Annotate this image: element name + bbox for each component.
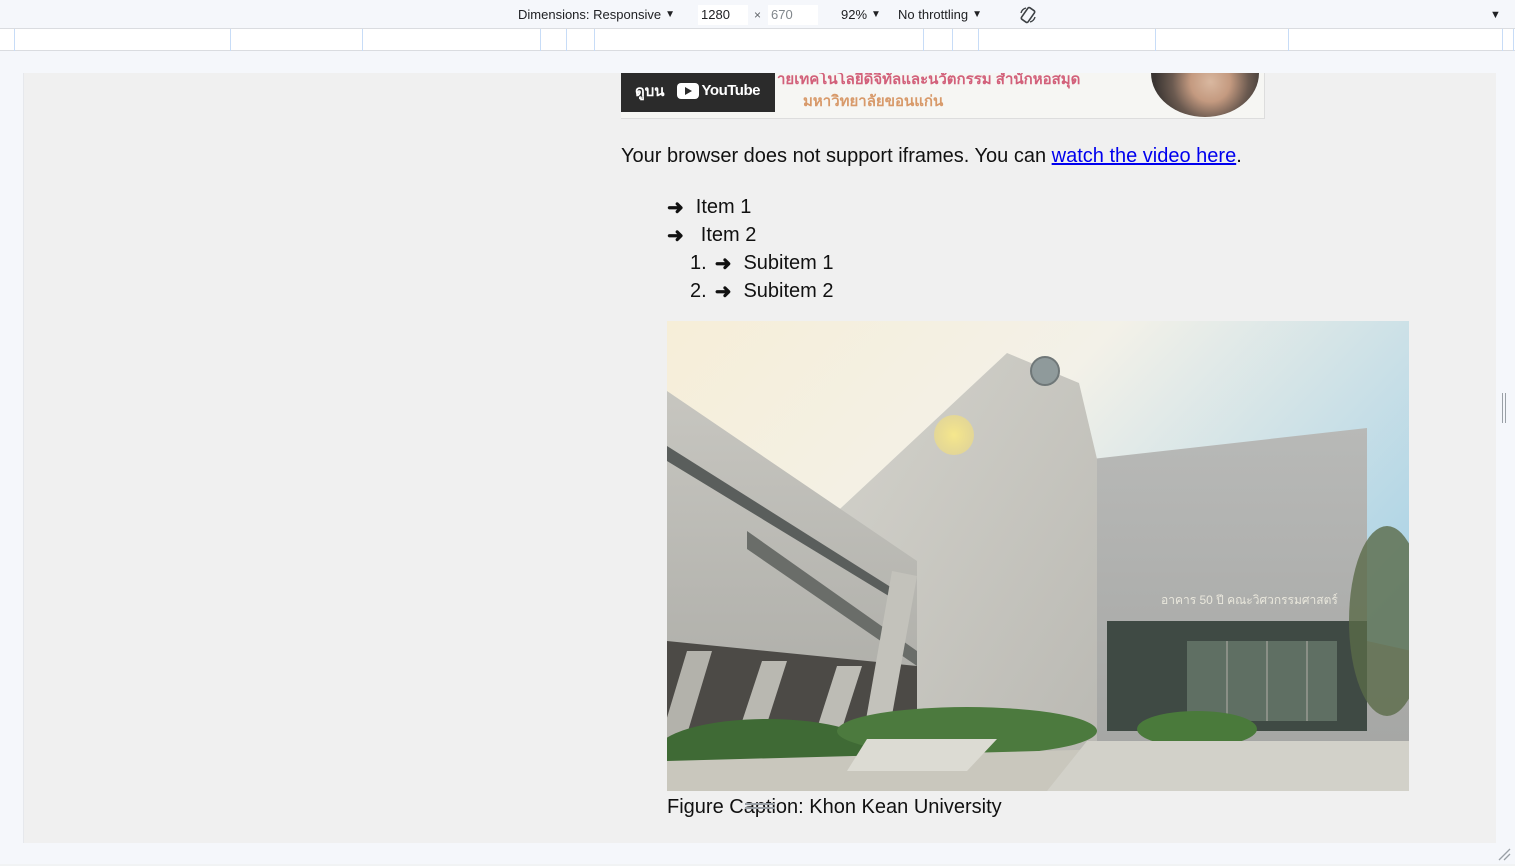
throttling-label: No throttling [898,7,969,22]
watch-on-youtube-button[interactable]: ดูบน YouTube [621,73,775,112]
arrow-right-icon: ➜ [667,224,684,247]
chevron-down-icon: ▼ [665,9,675,20]
ruler-segment[interactable] [362,29,540,51]
youtube-wordmark: YouTube [701,82,761,99]
building-sign: อาคาร 50 ปี คณะวิศวกรรมศาสตร์ [1161,593,1338,607]
dimensions-dropdown[interactable]: Dimensions: Responsive ▼ [518,0,675,29]
device-area: ดูบน YouTube ายเทคโนโลยีดิจิทัลและนวัตกร… [0,51,1515,864]
iframe-message: Your browser does not support iframes. Y… [621,145,1052,167]
chevron-down-icon: ▼ [972,9,982,20]
device-toolbar: Dimensions: Responsive ▼ 1280 × 670 92% … [0,0,1515,29]
item-list: ➜ Item 1 ➜ Item 2 1. ➜ Subitem 1 2. ➜ Su… [667,193,834,305]
arrow-right-icon: ➜ [714,280,732,303]
list-item-label: Item 1 [695,195,752,218]
youtube-embed-banner[interactable]: ดูบน YouTube ายเทคโนโลยีดิจิทัลและนวัตกร… [621,73,1265,119]
watch-on-label: ดูบน [635,82,665,100]
times-sign: × [754,7,762,22]
resize-handle-right[interactable] [1502,393,1508,423]
ruler-segment[interactable] [1288,29,1502,51]
university-building-photo: อาคาร 50 ปี คณะวิศวกรรมศาสตร์ [667,321,1409,791]
channel-avatar [1151,73,1259,117]
ruler-segment[interactable] [14,29,230,51]
sublist-item-label: Subitem 2 [743,279,834,302]
list-item: ➜ Item 1 [667,193,834,221]
resize-corner-icon[interactable] [1497,847,1511,861]
rotate-icon [1017,4,1039,26]
arrow-right-icon: ➜ [667,196,684,219]
ruler-segment[interactable] [566,29,594,51]
ruler-segment[interactable] [978,29,1155,51]
rotate-button[interactable] [1017,0,1039,29]
figure-caption: Figure Caption: Khon Kean University [667,796,1002,818]
throttling-dropdown[interactable]: No throttling ▼ [898,0,982,29]
chevron-down-icon: ▼ [871,9,881,20]
ruler-segment[interactable] [1502,29,1514,51]
ruler-segment[interactable] [923,29,952,51]
page-viewport: ดูบน YouTube ายเทคโนโลยีดิจิทัลและนวัตกร… [23,73,1496,843]
ruler-segment[interactable] [540,29,566,51]
watch-video-link[interactable]: watch the video here [1052,145,1237,167]
sublist-item: 2. ➜ Subitem 2 [667,277,834,305]
list-item: ➜ Item 2 [667,221,834,249]
sublist-item: 1. ➜ Subitem 1 [667,249,834,277]
play-icon [676,82,699,99]
media-query-ruler [0,29,1515,51]
resize-handle-bottom[interactable] [745,803,775,811]
width-input[interactable]: 1280 [698,4,748,25]
iframe-period: . [1236,145,1242,167]
height-input[interactable]: 670 [768,4,818,25]
arrow-right-icon: ➜ [714,252,732,275]
more-options-icon[interactable]: ▼ [1490,0,1501,29]
zoom-label: 92% [841,7,868,22]
iframe-fallback-text: Your browser does not support iframes. Y… [621,145,1242,168]
zoom-dropdown[interactable]: 92% ▼ [841,0,881,29]
ruler-segment[interactable] [230,29,362,51]
ruler-segment[interactable] [594,29,923,51]
video-title-line2: มหาวิทยาลัยขอนแก่น [803,93,944,110]
sublist-number: 2. [690,279,707,302]
list-item-label: Item 2 [700,223,757,246]
sublist-item-label: Subitem 1 [743,251,834,274]
sublist-number: 1. [690,251,707,274]
ruler-segment[interactable] [952,29,978,51]
dimensions-label: Dimensions: Responsive [518,7,662,22]
youtube-logo-icon: YouTube [676,82,761,99]
ruler-segment[interactable] [1155,29,1288,51]
